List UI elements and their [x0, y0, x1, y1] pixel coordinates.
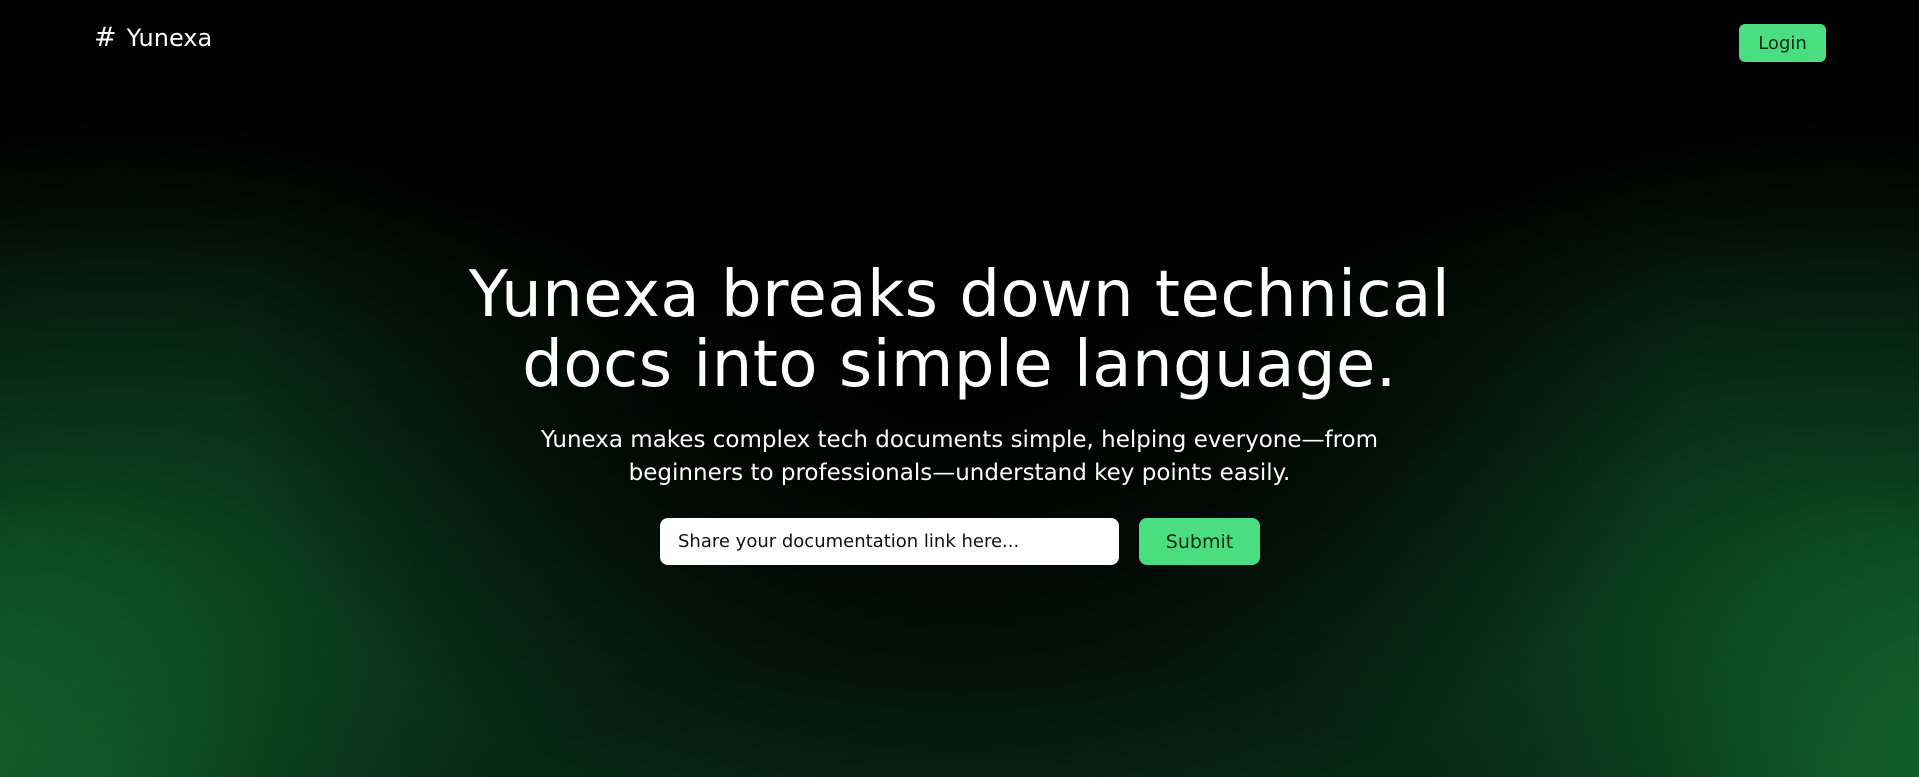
- hero-headline: Yunexa breaks down technical docs into s…: [360, 260, 1560, 400]
- brand-name: Yunexa: [126, 24, 213, 52]
- top-navbar: # Yunexa Login: [0, 0, 1919, 86]
- subtext-line-2: beginners to professionals—understand ke…: [628, 460, 1291, 486]
- brand-logo[interactable]: # Yunexa: [94, 21, 213, 53]
- login-button[interactable]: Login: [1739, 24, 1826, 62]
- subtext-line-1: Yunexa makes complex tech documents simp…: [540, 427, 1379, 453]
- hero-subtext: Yunexa makes complex tech documents simp…: [510, 424, 1410, 490]
- hash-icon: #: [94, 21, 117, 53]
- doc-link-form: Submit: [660, 518, 1260, 565]
- hero-section: Yunexa breaks down technical docs into s…: [0, 260, 1919, 490]
- headline-line-1: Yunexa breaks down technical: [468, 258, 1451, 332]
- doc-link-input[interactable]: [660, 518, 1119, 565]
- submit-button[interactable]: Submit: [1139, 518, 1260, 565]
- headline-line-2: docs into simple language.: [522, 328, 1397, 402]
